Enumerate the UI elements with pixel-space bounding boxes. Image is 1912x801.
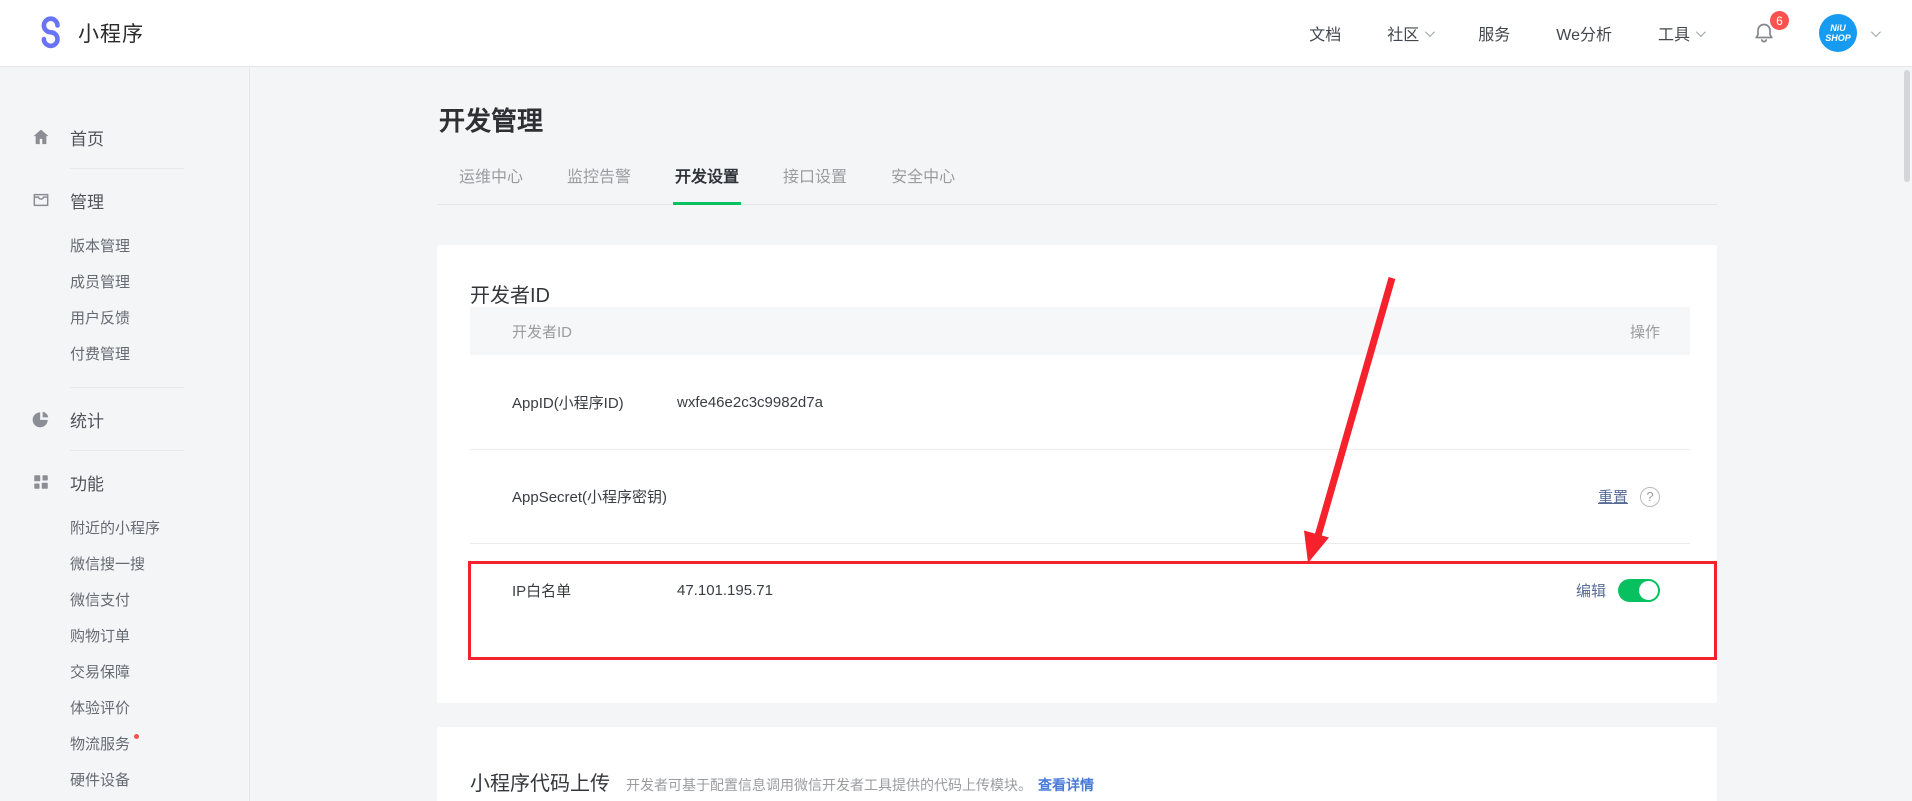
code-upload-description: 开发者可基于配置信息调用微信开发者工具提供的代码上传模块。 (626, 775, 1032, 795)
ip-whitelist-toggle[interactable] (1618, 579, 1660, 602)
code-upload-title: 小程序代码上传 (470, 767, 610, 796)
tab-api-settings[interactable]: 接口设置 (781, 153, 849, 204)
sidebar-item-statistics[interactable]: 统计 (0, 402, 249, 436)
nav-tools[interactable]: 工具 (1658, 21, 1703, 45)
sidebar-item-member-management[interactable]: 成员管理 (0, 265, 249, 301)
developer-id-card: 开发者ID 开发者ID 操作 AppID(小程序ID) wxfe46e2c3c9… (437, 245, 1717, 703)
table-row-ip-whitelist: IP白名单 47.101.195.71 编辑 (470, 543, 1690, 637)
features-sub-list: 附近的小程序 微信搜一搜 微信支付 购物订单 交易保障 体验评价 物流服务 硬件… (0, 511, 249, 799)
avatar-text-line2: SHOP (1825, 33, 1851, 43)
table-row-appid: AppID(小程序ID) wxfe46e2c3c9982d7a (470, 355, 1690, 449)
sidebar-divider (70, 168, 184, 169)
table-header: 开发者ID 操作 (470, 307, 1690, 355)
drawer-icon (30, 189, 52, 211)
main-content: 开发管理 运维中心 监控告警 开发设置 接口设置 安全中心 开发者ID 开发者I… (437, 67, 1717, 801)
miniprogram-logo-icon (34, 16, 68, 50)
chevron-down-icon (1425, 27, 1435, 37)
miniprogram-logo[interactable]: 小程序 (34, 16, 144, 50)
page: 小程序 文档 社区 服务 We分析 工具 6 NiU SHOP (0, 0, 1912, 801)
code-upload-card: 小程序代码上传 开发者可基于配置信息调用微信开发者工具提供的代码上传模块。 查看… (437, 727, 1717, 801)
sidebar-item-home[interactable]: 首页 (0, 120, 249, 154)
sidebar-item-nearby-miniprogram[interactable]: 附近的小程序 (0, 511, 249, 547)
notification-badge: 6 (1770, 11, 1789, 30)
tab-monitor-alert[interactable]: 监控告警 (565, 153, 633, 204)
sidebar-item-wechat-search[interactable]: 微信搜一搜 (0, 547, 249, 583)
avatar-text-line1: NiU (1830, 23, 1846, 33)
sidebar-item-user-feedback[interactable]: 用户反馈 (0, 301, 249, 337)
tab-security-center[interactable]: 安全中心 (889, 153, 957, 204)
account-avatar[interactable]: NiU SHOP (1819, 14, 1857, 52)
toggle-knob (1639, 581, 1658, 600)
ip-whitelist-value: 47.101.195.71 (677, 582, 1576, 599)
reset-secret-link[interactable]: 重置 (1598, 486, 1628, 507)
top-nav: 文档 社区 服务 We分析 工具 (1309, 21, 1703, 45)
sidebar-divider (70, 450, 184, 451)
nav-services[interactable]: 服务 (1478, 21, 1510, 45)
grid-icon (30, 471, 52, 493)
help-icon[interactable]: ? (1640, 487, 1660, 507)
pie-chart-icon (30, 408, 52, 430)
appid-label: AppID(小程序ID) (512, 392, 677, 413)
top-header: 小程序 文档 社区 服务 We分析 工具 6 NiU SHOP (0, 0, 1912, 67)
sidebar-item-logistics-service[interactable]: 物流服务 (0, 727, 249, 763)
page-scrollbar[interactable] (1904, 70, 1910, 182)
table-header-actions: 操作 (1630, 321, 1660, 342)
new-badge-dot (134, 734, 139, 739)
sidebar-item-transaction-guarantee[interactable]: 交易保障 (0, 655, 249, 691)
nav-community[interactable]: 社区 (1387, 21, 1432, 45)
table-row-appsecret: AppSecret(小程序密钥) 重置 ? (470, 449, 1690, 543)
ip-whitelist-label: IP白名单 (512, 580, 677, 601)
nav-docs[interactable]: 文档 (1309, 21, 1341, 45)
nav-we-analytics[interactable]: We分析 (1556, 21, 1612, 45)
sidebar-item-experience-rating[interactable]: 体验评价 (0, 691, 249, 727)
sidebar-item-management[interactable]: 管理 (0, 183, 249, 217)
appsecret-label: AppSecret(小程序密钥) (512, 486, 677, 507)
sidebar-item-hardware-device[interactable]: 硬件设备 (0, 763, 249, 799)
sidebar-item-wechat-pay[interactable]: 微信支付 (0, 583, 249, 619)
sidebar-divider (70, 387, 184, 388)
dev-management-tabs: 运维中心 监控告警 开发设置 接口设置 安全中心 (437, 153, 1717, 205)
account-menu-chevron-icon[interactable] (1871, 27, 1881, 37)
page-title: 开发管理 (439, 103, 1717, 139)
sidebar-item-shopping-orders[interactable]: 购物订单 (0, 619, 249, 655)
tab-ops-center[interactable]: 运维中心 (457, 153, 525, 204)
sidebar-item-paid-management[interactable]: 付费管理 (0, 337, 249, 373)
sidebar-item-features[interactable]: 功能 (0, 465, 249, 499)
notification-bell-button[interactable]: 6 (1751, 20, 1777, 46)
table-header-developer-id: 开发者ID (512, 321, 572, 342)
appid-value: wxfe46e2c3c9982d7a (677, 394, 1660, 411)
developer-id-title: 开发者ID (470, 245, 1690, 307)
home-icon (30, 126, 52, 148)
chevron-down-icon (1696, 27, 1706, 37)
tab-dev-settings[interactable]: 开发设置 (673, 153, 741, 205)
sidebar: 首页 管理 版本管理 成员管理 用户反馈 付费管理 (0, 68, 250, 801)
sidebar-item-version-management[interactable]: 版本管理 (0, 229, 249, 265)
management-sub-list: 版本管理 成员管理 用户反馈 付费管理 (0, 229, 249, 373)
logo-text: 小程序 (78, 18, 144, 48)
edit-ip-whitelist-link[interactable]: 编辑 (1576, 580, 1606, 601)
view-details-link[interactable]: 查看详情 (1038, 775, 1094, 795)
